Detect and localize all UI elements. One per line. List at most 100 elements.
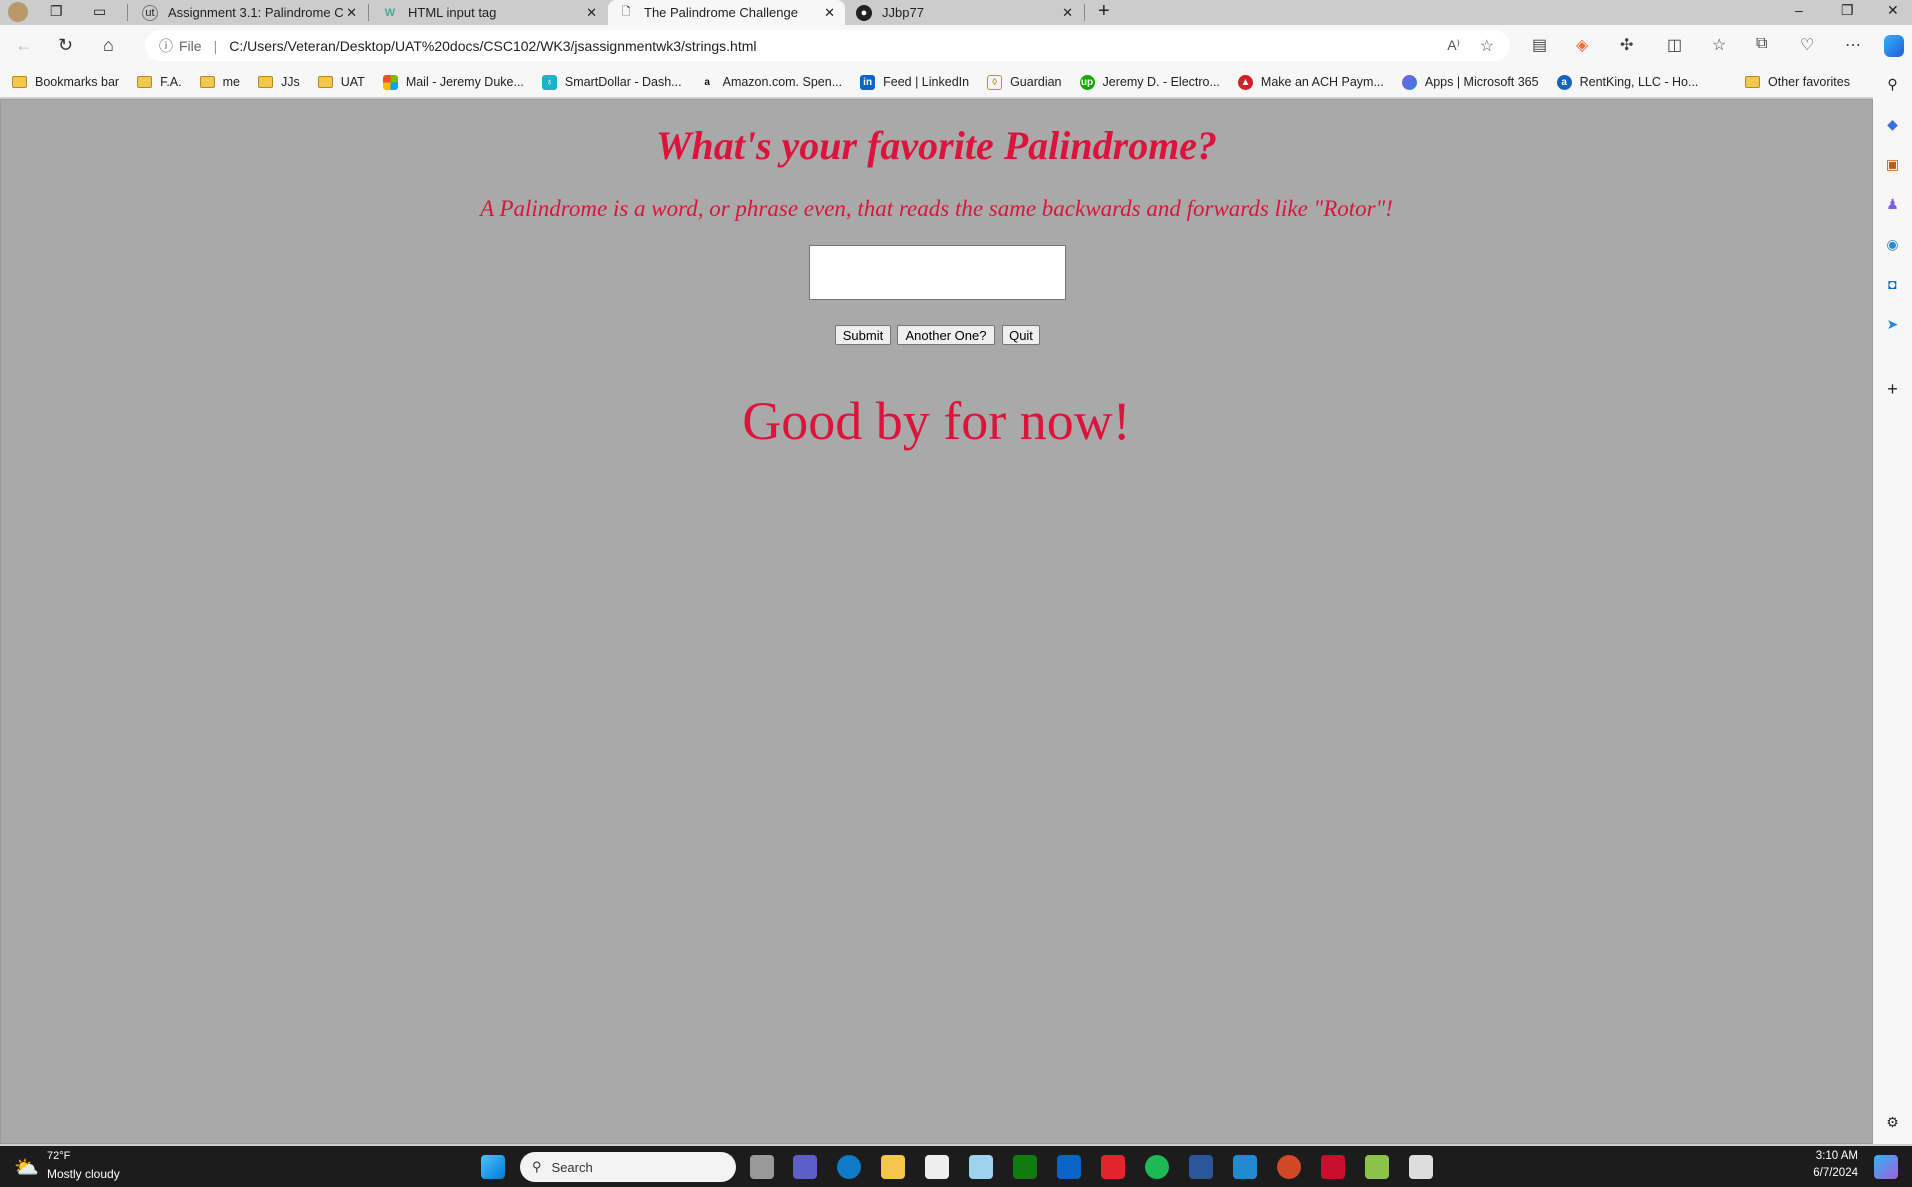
extension-icon[interactable]: ◈ [1576, 35, 1588, 55]
file-explorer-icon[interactable] [881, 1155, 905, 1179]
bookmark-fa[interactable]: F.A. [137, 75, 182, 89]
bookmarks-bar: Bookmarks bar F.A. me JJs UAT Mail - Jer… [0, 67, 1912, 97]
vscode-icon[interactable] [1233, 1155, 1257, 1179]
smartdollar-icon: ♁ [541, 74, 557, 90]
quit-button[interactable]: Quit [1002, 325, 1040, 345]
collections-icon[interactable]: ⧉ [1756, 35, 1767, 53]
copilot-icon[interactable] [1874, 1155, 1898, 1179]
weather-condition: Mostly cloudy [47, 1167, 120, 1181]
split-screen-icon[interactable]: ◫ [1667, 35, 1682, 55]
address-bar-row: ← ↻ ⌂ ⓘ File | C:/Users/Veteran/Desktop/… [0, 25, 1912, 67]
clock-time[interactable]: 3:10 AM [1790, 1150, 1858, 1162]
close-tab-icon[interactable]: ✕ [346, 5, 357, 21]
palindrome-input[interactable] [809, 245, 1066, 300]
tab-label: The Palindrome Challenge [644, 5, 798, 20]
task-view-icon[interactable] [750, 1155, 774, 1179]
submit-button[interactable]: Submit [835, 325, 891, 345]
taskbar-search[interactable]: ⚲ Search [520, 1152, 736, 1182]
reader-icon[interactable]: ▤ [1532, 35, 1547, 55]
spotify-icon[interactable] [1145, 1155, 1169, 1179]
workspaces-icon[interactable]: ❐ [50, 3, 63, 20]
home-button[interactable]: ⌂ [103, 35, 114, 56]
powerpoint-icon[interactable] [1277, 1155, 1301, 1179]
bookmark-label: Amazon.com. Spen... [722, 75, 843, 89]
close-tab-icon[interactable]: ✕ [586, 5, 597, 21]
tab-github[interactable]: ● JJbp77 ✕ [846, 0, 1083, 25]
close-tab-icon[interactable]: ✕ [1062, 5, 1073, 21]
bookmark-label: Bookmarks bar [35, 75, 120, 89]
address-input[interactable]: ⓘ File | C:/Users/Veteran/Desktop/UAT%20… [145, 30, 1510, 61]
bookmark-label: Jeremy D. - Electro... [1102, 75, 1220, 89]
add-icon[interactable]: + [1884, 379, 1901, 399]
tab-actions-icon[interactable]: ▭ [93, 3, 106, 20]
mendeley-icon[interactable] [1101, 1155, 1125, 1179]
new-tab-button[interactable]: + [1098, 0, 1110, 23]
store-icon[interactable] [925, 1155, 949, 1179]
bookmark-m365[interactable]: Apps | Microsoft 365 [1401, 74, 1539, 90]
folder-icon [1745, 76, 1760, 88]
close-window-button[interactable]: ✕ [1887, 2, 1899, 19]
shopping-icon[interactable]: ◆ [1884, 116, 1901, 133]
snipping-tool-icon[interactable] [1409, 1155, 1433, 1179]
tab-palindrome-challenge[interactable]: 🗋 The Palindrome Challenge ✕ [608, 0, 845, 25]
favorites-icon[interactable]: ☆ [1712, 35, 1726, 55]
bookmark-guardian[interactable]: ◊ Guardian [987, 74, 1062, 90]
bookmark-mail[interactable]: Mail - Jeremy Duke... [382, 74, 524, 90]
close-tab-icon[interactable]: ✕ [824, 5, 835, 21]
minimize-button[interactable]: – [1795, 2, 1803, 18]
bookmark-uat[interactable]: UAT [317, 75, 365, 89]
info-icon[interactable]: ⓘ [159, 36, 173, 56]
bookmark-label: F.A. [160, 75, 182, 89]
tools-icon[interactable]: ▣ [1884, 156, 1901, 173]
bookmark-jjs[interactable]: JJs [257, 75, 300, 89]
start-icon[interactable] [481, 1155, 505, 1179]
outlook-icon[interactable] [1057, 1155, 1081, 1179]
bookmark-bookmarks-bar[interactable]: Bookmarks bar [12, 75, 119, 89]
app-icon[interactable] [969, 1155, 993, 1179]
profile-avatar[interactable] [8, 2, 28, 22]
search-icon[interactable]: ⚲ [1884, 76, 1901, 93]
clock-date[interactable]: 6/7/2024 [1790, 1167, 1858, 1179]
back-button[interactable]: ← [15, 35, 33, 56]
browser-essentials-icon[interactable]: ♡ [1800, 35, 1814, 55]
xbox-icon[interactable] [1013, 1155, 1037, 1179]
bookmark-ach[interactable]: ▲ Make an ACH Paym... [1237, 74, 1384, 90]
bookmark-rentking[interactable]: a RentKing, LLC - Ho... [1556, 74, 1699, 90]
bookmark-other-favorites[interactable]: Other favorites [1745, 75, 1850, 89]
edge-icon[interactable] [837, 1155, 861, 1179]
send-icon[interactable]: ➤ [1884, 316, 1901, 333]
tab-assignment[interactable]: ut Assignment 3.1: Palindrome Che ✕ [132, 0, 367, 25]
settings-icon[interactable]: ⚙ [1884, 1114, 1901, 1131]
tab-label: Assignment 3.1: Palindrome Che [168, 5, 343, 20]
word-icon[interactable] [1189, 1155, 1213, 1179]
folder-icon [12, 76, 27, 88]
favorite-star-icon[interactable]: ☆ [1480, 36, 1494, 56]
bookmark-smartdollar[interactable]: ♁ SmartDollar - Dash... [541, 74, 682, 90]
bookmark-label: RentKing, LLC - Ho... [1579, 75, 1699, 89]
another-one-button[interactable]: Another One? [897, 325, 995, 345]
read-aloud-icon[interactable]: A⁾ [1447, 37, 1460, 54]
more-icon[interactable]: ⋯ [1845, 35, 1861, 55]
bookmark-me[interactable]: me [199, 75, 240, 89]
app-icon[interactable] [1365, 1155, 1389, 1179]
copilot-icon[interactable] [1884, 35, 1904, 57]
pdf-icon[interactable] [1321, 1155, 1345, 1179]
folder-icon [257, 76, 273, 88]
m365-icon[interactable]: ◉ [1884, 236, 1901, 253]
outlook-icon[interactable]: ◘ [1884, 276, 1901, 293]
tab-html-input[interactable]: W HTML input tag ✕ [372, 0, 607, 25]
bookmark-label: Make an ACH Paym... [1260, 75, 1384, 89]
refresh-button[interactable]: ↻ [58, 35, 73, 56]
extensions-icon[interactable]: ✣ [1620, 35, 1633, 55]
bookmark-upwork[interactable]: up Jeremy D. - Electro... [1079, 74, 1220, 90]
weather-icon[interactable]: ⛅ [14, 1155, 39, 1180]
bookmark-label: me [222, 75, 240, 89]
page-icon: 🗋 [621, 6, 631, 18]
bookmark-amazon[interactable]: a Amazon.com. Spen... [700, 75, 843, 90]
folder-icon [137, 76, 153, 88]
tab-label: JJbp77 [882, 5, 924, 20]
restore-button[interactable]: ❐ [1841, 2, 1854, 19]
teams-icon[interactable] [793, 1155, 817, 1179]
bookmark-linkedin[interactable]: in Feed | LinkedIn [860, 74, 969, 90]
games-icon[interactable]: ♟ [1884, 196, 1901, 213]
